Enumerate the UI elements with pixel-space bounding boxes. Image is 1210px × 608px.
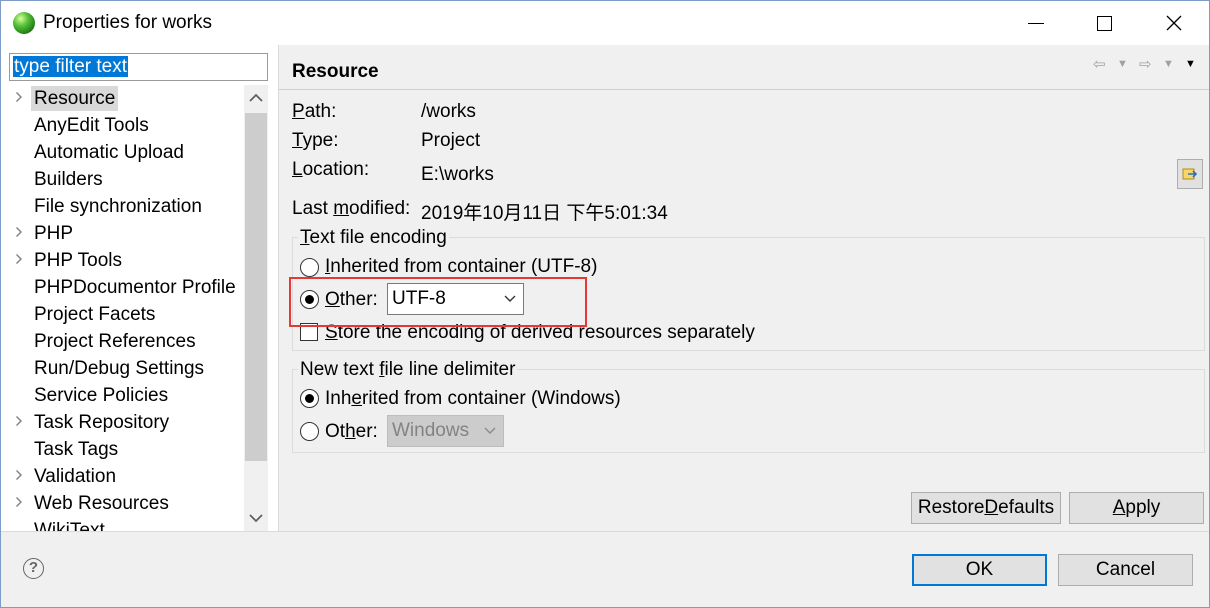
help-icon[interactable]: ? [23, 558, 44, 579]
chevron-right-icon[interactable] [15, 91, 27, 105]
tree-item[interactable]: WikiText [1, 517, 244, 531]
back-menu-icon[interactable]: ▼ [1117, 58, 1128, 70]
tree-item[interactable]: PHP [1, 220, 244, 247]
encoding-inherited-radio[interactable] [300, 258, 319, 277]
scroll-up-button[interactable] [244, 85, 268, 111]
tree-item[interactable]: Validation [1, 463, 244, 490]
location-label: Location: [292, 159, 370, 180]
open-location-icon [1182, 168, 1198, 180]
cancel-button[interactable]: Cancel [1058, 554, 1193, 586]
delimiter-select[interactable]: Windows [387, 415, 504, 447]
delimiter-group-title: New text file line delimiter [298, 359, 518, 381]
tree-item[interactable]: Resource [1, 85, 244, 112]
tree-item-label: Automatic Upload [34, 142, 184, 163]
tree-scrollbar[interactable] [244, 85, 268, 531]
last-modified-value: 2019年10月11日 下午5:01:34 [421, 203, 668, 224]
tree-item[interactable]: PHPDocumentor Profile [1, 274, 244, 301]
show-in-explorer-button[interactable] [1177, 159, 1203, 189]
forward-arrow-icon[interactable]: ⇨ [1139, 55, 1152, 73]
tree-item[interactable]: Project References [1, 328, 244, 355]
location-value: E:\works [421, 164, 494, 185]
tree-item-label: Builders [34, 169, 103, 190]
title-bar: Properties for works [1, 1, 1209, 45]
tree-item-label: Project Facets [34, 304, 156, 325]
tree-item[interactable]: Web Resources [1, 490, 244, 517]
tree-item-label: AnyEdit Tools [34, 115, 149, 136]
path-label: Path: [292, 101, 337, 122]
chevron-up-icon [249, 93, 263, 102]
forward-menu-icon[interactable]: ▼ [1163, 58, 1174, 70]
back-arrow-icon[interactable]: ⇦ [1093, 55, 1106, 73]
last-modified-label: Last modified: [292, 198, 411, 219]
tree-item-label: File synchronization [34, 196, 202, 217]
type-label: Type: [292, 130, 339, 151]
preference-tree: Resource AnyEdit Tools Automatic Upload Bui… [1, 85, 244, 531]
delimiter-other-radio[interactable] [300, 422, 319, 441]
chevron-right-icon[interactable] [15, 415, 27, 429]
chevron-right-icon[interactable] [15, 469, 27, 483]
annotation-highlight-box [289, 277, 587, 327]
chevron-right-icon[interactable] [15, 226, 27, 240]
tree-item[interactable]: Task Repository [1, 409, 244, 436]
chevron-down-icon [249, 514, 263, 523]
tree-item[interactable]: Automatic Upload [1, 139, 244, 166]
chevron-right-icon[interactable] [15, 496, 27, 510]
ok-button[interactable]: OK [912, 554, 1047, 586]
properties-dialog: Properties for works type filter text Re… [0, 0, 1210, 608]
encoding-group-title: Text file encoding [298, 227, 449, 249]
tree-item-label: Run/Debug Settings [34, 358, 205, 379]
encoding-inherited-label[interactable]: Inherited from container (UTF-8) [325, 256, 597, 278]
eclipse-globe-icon [13, 12, 35, 34]
tree-item-label: Task Tags [34, 439, 119, 460]
tree-item-label: WikiText [34, 520, 105, 531]
tree-item-label: PHP Tools [34, 250, 123, 271]
maximize-button[interactable] [1081, 1, 1127, 45]
tree-item-label: PHP [34, 223, 74, 244]
page-title: Resource [292, 61, 379, 82]
delimiter-inherited-radio[interactable] [300, 389, 319, 408]
tree-item-label: Service Policies [34, 385, 169, 406]
delimiter-inherited-label[interactable]: Inherited from container (Windows) [325, 388, 621, 410]
tree-item[interactable]: File synchronization [1, 193, 244, 220]
scroll-thumb[interactable] [245, 113, 267, 461]
tree-item-label: PHPDocumentor Profile [34, 277, 236, 298]
tree-item-label: Resource [31, 86, 119, 111]
close-button[interactable] [1151, 1, 1197, 45]
footer: ? OK Cancel [1, 532, 1209, 607]
window-title: Properties for works [43, 12, 212, 33]
left-panel: type filter text Resource AnyEdit Tools Au… [1, 45, 278, 531]
tree-item[interactable]: AnyEdit Tools [1, 112, 244, 139]
filter-input[interactable]: type filter text [9, 53, 268, 81]
type-value: Project [421, 130, 481, 151]
tree-item[interactable]: Service Policies [1, 382, 244, 409]
delimiter-other-label[interactable]: Other: [325, 421, 378, 443]
chevron-down-icon [484, 427, 496, 434]
tree-item-label: Web Resources [34, 493, 169, 514]
apply-button[interactable]: Apply [1069, 492, 1204, 524]
view-menu-icon[interactable]: ▼ [1185, 58, 1196, 70]
chevron-right-icon[interactable] [15, 253, 27, 267]
tree-item-label: Validation [34, 466, 117, 487]
delimiter-select-value: Windows [392, 420, 470, 441]
maximize-icon [1096, 15, 1112, 31]
close-icon [1166, 15, 1182, 31]
title-separator [279, 89, 1209, 90]
path-value: /works [421, 101, 476, 122]
tree-item-label: Project References [34, 331, 196, 352]
tree-item[interactable]: Builders [1, 166, 244, 193]
tree-item[interactable]: Run/Debug Settings [1, 355, 244, 382]
minimize-icon [1028, 22, 1044, 24]
minimize-button[interactable] [1013, 1, 1059, 45]
tree-item[interactable]: PHP Tools [1, 247, 244, 274]
restore-defaults-button[interactable]: Restore Defaults [911, 492, 1061, 524]
filter-input-text: type filter text [13, 56, 128, 77]
scroll-down-button[interactable] [244, 505, 268, 531]
tree-item[interactable]: Project Facets [1, 301, 244, 328]
history-nav: ⇦ ▼ ⇨ ▼ ▼ [1093, 55, 1203, 75]
tree-item-label: Task Repository [34, 412, 170, 433]
tree-item[interactable]: Task Tags [1, 436, 244, 463]
